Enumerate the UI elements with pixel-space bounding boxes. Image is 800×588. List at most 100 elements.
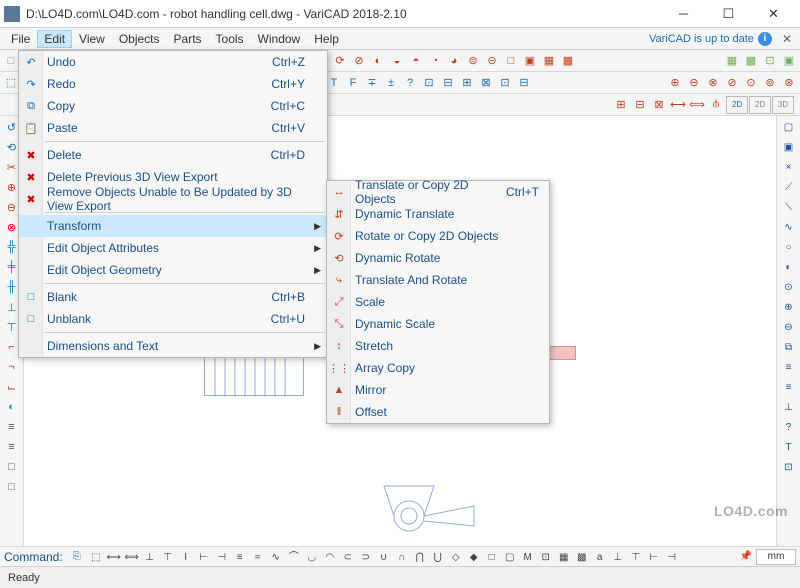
menu-objects[interactable]: Objects — [112, 30, 167, 48]
left-tool-btn[interactable]: ≡ — [3, 418, 21, 436]
cmdbar-btn[interactable]: ⊃ — [357, 550, 375, 566]
menu-item-edit-object-geometry[interactable]: Edit Object Geometry▶ — [19, 259, 327, 281]
cmdbar-btn[interactable]: ∿ — [267, 550, 285, 566]
right-tool-btn[interactable]: ∿ — [780, 218, 798, 236]
view-mode-btn[interactable]: 2D — [749, 96, 771, 114]
toolbar-btn[interactable]: ⊠ — [477, 74, 495, 92]
maximize-button[interactable]: ☐ — [706, 0, 751, 28]
toolbar-btn[interactable]: ◕ — [445, 52, 463, 70]
menu-window[interactable]: Window — [251, 30, 308, 48]
submenu-item-dynamic-translate[interactable]: ⇵Dynamic Translate — [327, 203, 549, 225]
cmdbar-btn[interactable]: M — [519, 550, 537, 566]
menu-item-delete[interactable]: ✖DeleteCtrl+D — [19, 144, 327, 166]
close-panel-icon[interactable]: ✕ — [778, 32, 796, 46]
cmdbar-btn[interactable]: ⬚ — [87, 550, 105, 566]
toolbar-btn[interactable]: ◐ — [369, 52, 387, 70]
toolbar-view-btn[interactable]: ▩ — [742, 52, 760, 70]
submenu-item-stretch[interactable]: ↕Stretch — [327, 335, 549, 357]
toolbar-btn[interactable]: ⊗ — [704, 74, 722, 92]
cmdbar-btn[interactable]: □ — [483, 550, 501, 566]
toolbar-btn[interactable]: ⊡ — [420, 74, 438, 92]
right-tool-btn[interactable]: T — [780, 438, 798, 456]
toolbar-btn[interactable]: ⫛ — [707, 96, 725, 114]
right-tool-btn[interactable]: ? — [780, 418, 798, 436]
submenu-item-rotate-or-copy-2d-objects[interactable]: ⟳Rotate or Copy 2D Objects — [327, 225, 549, 247]
menu-parts[interactable]: Parts — [167, 30, 209, 48]
menu-item-dimensions-and-text[interactable]: Dimensions and Text▶ — [19, 335, 327, 357]
toolbar-btn[interactable]: ⊡ — [496, 74, 514, 92]
cmdbar-btn[interactable]: ⊂ — [339, 550, 357, 566]
toolbar-btn[interactable]: ⊕ — [666, 74, 684, 92]
cmdbar-btn[interactable]: ▦ — [555, 550, 573, 566]
right-tool-btn[interactable]: ⊡ — [780, 458, 798, 476]
right-tool-btn[interactable]: ⟋ — [780, 178, 798, 196]
menu-item-copy[interactable]: ⧉CopyCtrl+C — [19, 95, 327, 117]
toolbar-btn[interactable]: ⊙ — [742, 74, 760, 92]
toolbar-btn[interactable]: ± — [382, 74, 400, 92]
menu-item-blank[interactable]: □BlankCtrl+B — [19, 286, 327, 308]
toolbar-btn[interactable]: ▦ — [540, 52, 558, 70]
cmdbar-btn[interactable]: ⊡ — [537, 550, 555, 566]
right-tool-btn[interactable]: ⊙ — [780, 278, 798, 296]
toolbar-btn[interactable]: ⊚ — [761, 74, 779, 92]
cmdbar-btn[interactable]: ∪ — [375, 550, 393, 566]
cmdbar-btn[interactable]: ⟺ — [123, 550, 141, 566]
menu-item-unblank[interactable]: □UnblankCtrl+U — [19, 308, 327, 330]
cmdbar-btn[interactable]: ∩ — [393, 550, 411, 566]
toolbar-view-btn[interactable]: ⊡ — [761, 52, 779, 70]
submenu-item-translate-and-rotate[interactable]: ⤷Translate And Rotate — [327, 269, 549, 291]
toolbar-btn[interactable]: ⟷ — [669, 96, 687, 114]
toolbar-btn[interactable]: ▩ — [559, 52, 577, 70]
left-tool-btn[interactable]: ⌙ — [3, 378, 21, 396]
right-tool-btn[interactable]: ⟍ — [780, 198, 798, 216]
right-tool-btn[interactable]: ⊖ — [780, 318, 798, 336]
submenu-item-translate-or-copy-2d-objects[interactable]: ↔Translate or Copy 2D ObjectsCtrl+T — [327, 181, 549, 203]
cmdbar-btn[interactable]: ⊥ — [141, 550, 159, 566]
right-tool-btn[interactable]: × — [780, 158, 798, 176]
cmdbar-btn[interactable]: ◠ — [321, 550, 339, 566]
menu-view[interactable]: View — [72, 30, 112, 48]
cmdbar-btn[interactable]: ⊣ — [213, 550, 231, 566]
view-mode-btn[interactable]: 3D — [772, 96, 794, 114]
right-tool-btn[interactable]: ≡ — [780, 378, 798, 396]
left-tool-btn[interactable]: ◐ — [3, 398, 21, 416]
pin-icon[interactable]: 📌 — [737, 549, 755, 565]
toolbar-btn[interactable]: ◓ — [407, 52, 425, 70]
close-button[interactable]: ✕ — [751, 0, 796, 28]
left-tool-btn[interactable]: □ — [3, 478, 21, 496]
menu-item-undo[interactable]: ↶UndoCtrl+Z — [19, 51, 327, 73]
right-tool-btn[interactable]: ≡ — [780, 358, 798, 376]
info-icon[interactable]: i — [758, 32, 772, 46]
right-tool-btn[interactable]: ⧉ — [780, 338, 798, 356]
toolbar-btn[interactable]: ? — [401, 74, 419, 92]
cmdbar-btn[interactable]: ◡ — [303, 550, 321, 566]
menu-help[interactable]: Help — [307, 30, 346, 48]
menu-item-paste[interactable]: 📋PasteCtrl+V — [19, 117, 327, 139]
right-tool-btn[interactable]: ○ — [780, 238, 798, 256]
cmdbar-btn[interactable]: ◇ — [447, 550, 465, 566]
submenu-item-dynamic-scale[interactable]: ⤡Dynamic Scale — [327, 313, 549, 335]
submenu-item-scale[interactable]: ⤢Scale — [327, 291, 549, 313]
toolbar-view-btn[interactable]: ▣ — [780, 52, 798, 70]
cmdbar-btn[interactable]: ⊢ — [195, 550, 213, 566]
cmdbar-btn[interactable]: ◆ — [465, 550, 483, 566]
left-tool-btn[interactable]: ¬ — [3, 358, 21, 376]
toolbar-btn[interactable]: ⊘ — [350, 52, 368, 70]
toolbar-btn[interactable]: ⊟ — [439, 74, 457, 92]
cmdbar-btn[interactable]: ⊣ — [663, 550, 681, 566]
view-mode-btn[interactable]: 2D — [726, 96, 748, 114]
cmdbar-btn[interactable]: ⋂ — [411, 550, 429, 566]
toolbar-btn[interactable]: ⟳ — [331, 52, 349, 70]
cmdbar-btn[interactable]: ⟷ — [105, 550, 123, 566]
toolbar-btn[interactable]: □ — [502, 52, 520, 70]
cmdbar-btn[interactable]: ⋃ — [429, 550, 447, 566]
toolbar-btn[interactable]: ⊛ — [780, 74, 798, 92]
submenu-item-mirror[interactable]: ▲Mirror — [327, 379, 549, 401]
toolbar-btn[interactable]: ◒ — [388, 52, 406, 70]
cmdbar-btn[interactable]: ▢ — [501, 550, 519, 566]
minimize-button[interactable]: ─ — [661, 0, 706, 28]
menu-tools[interactable]: Tools — [209, 30, 251, 48]
right-tool-btn[interactable]: ◐ — [780, 258, 798, 276]
toolbar-btn[interactable]: ⟺ — [688, 96, 706, 114]
right-tool-btn[interactable]: ▢ — [780, 118, 798, 136]
